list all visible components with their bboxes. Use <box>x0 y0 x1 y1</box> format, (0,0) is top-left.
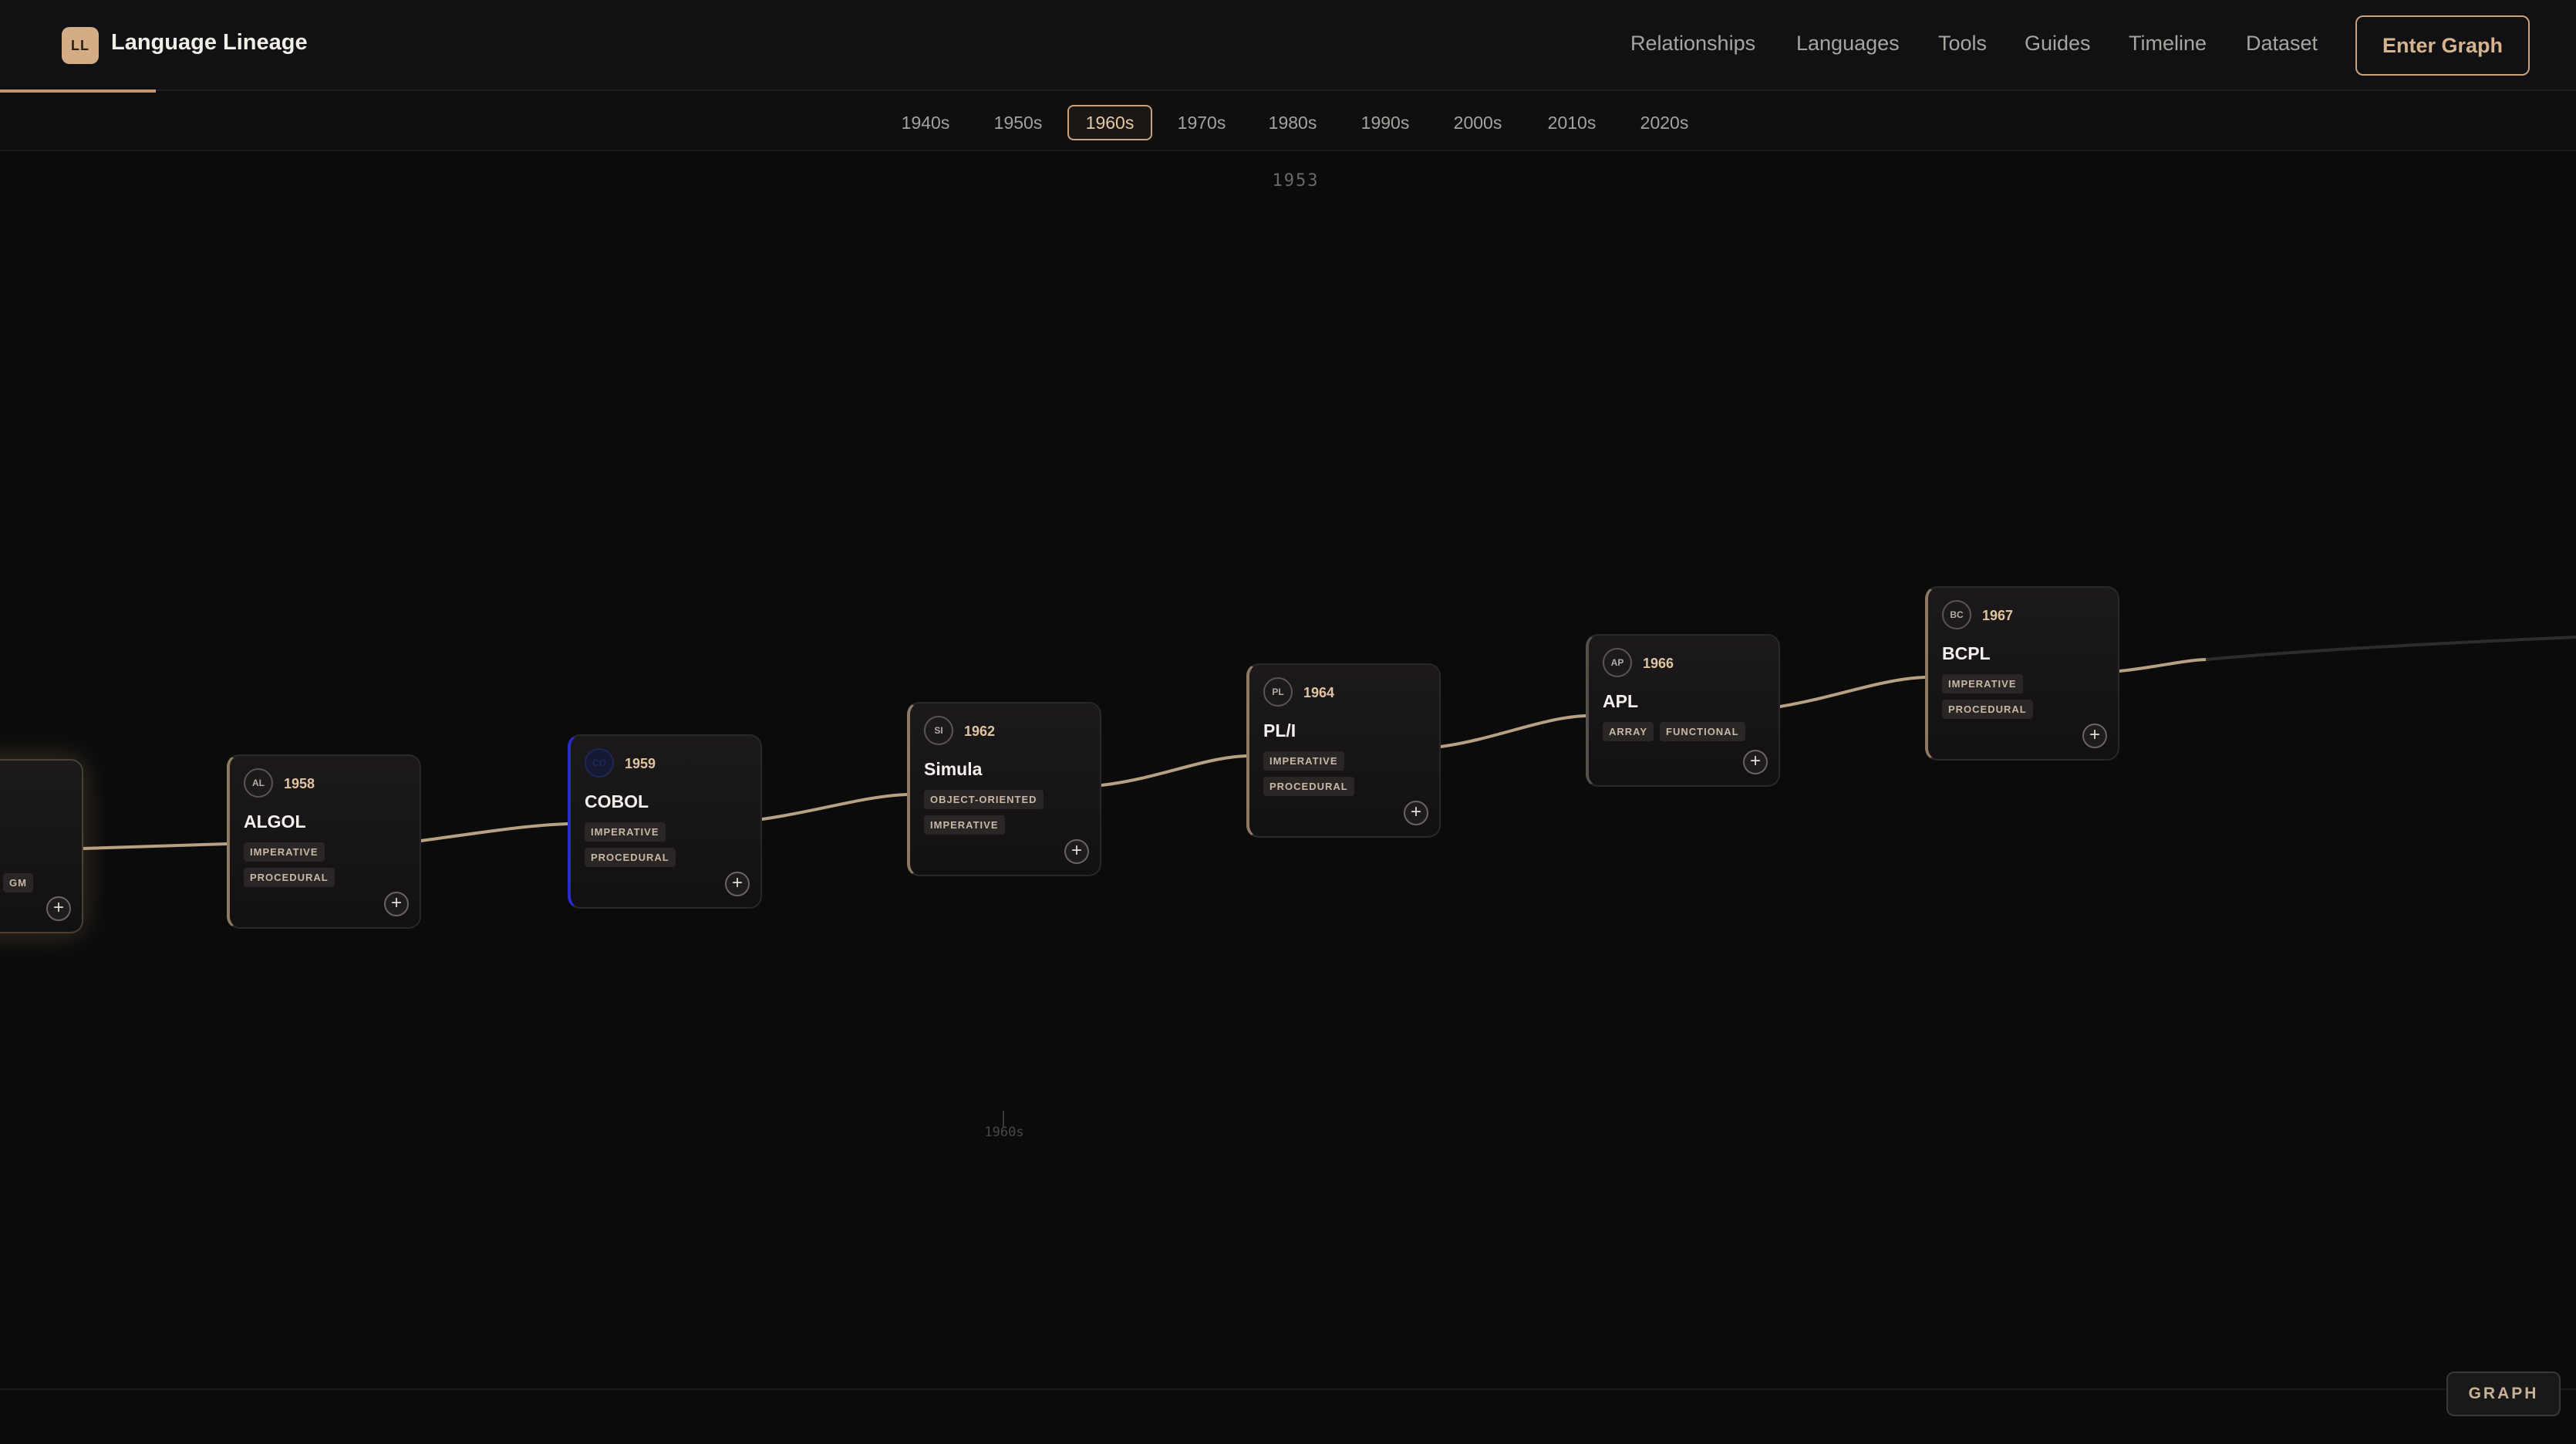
nav-timeline[interactable]: Timeline <box>2129 32 2207 56</box>
language-badge: BC <box>1942 600 1971 629</box>
add-node-button[interactable]: + <box>725 872 750 896</box>
decade-1980s[interactable]: 1980s <box>1256 105 1330 140</box>
link-simula-pli <box>1100 754 1248 787</box>
link-cobol-simula <box>760 793 909 821</box>
node-tags: IMPERATIVE PROCEDURAL <box>244 842 335 887</box>
link-algol-cobol <box>420 822 569 842</box>
decade-2000s[interactable]: 2000s <box>1441 105 1515 140</box>
link-apl-bcpl <box>1779 676 1927 708</box>
language-node-bcpl[interactable]: BC 1967 BCPL IMPERATIVE PROCEDURAL + <box>1925 586 2119 761</box>
language-node-simula[interactable]: SI 1962 Simula OBJECT-ORIENTED IMPERATIV… <box>907 702 1101 876</box>
decade-1940s[interactable]: 1940s <box>888 105 963 140</box>
language-badge: AL <box>244 768 273 798</box>
nav-tools[interactable]: Tools <box>1938 32 1987 56</box>
top-header: LL Language Lineage Relationships Langua… <box>0 0 2576 91</box>
add-node-button[interactable]: + <box>2082 724 2107 748</box>
enter-graph-button[interactable]: Enter Graph <box>2355 15 2530 76</box>
nav-relationships[interactable]: Relationships <box>1630 32 1755 56</box>
language-badge: AP <box>1603 648 1632 677</box>
language-node-algol[interactable]: AL 1958 ALGOL IMPERATIVE PROCEDURAL + <box>227 754 421 929</box>
node-tag: ARRAY <box>1603 722 1654 741</box>
decade-1960s[interactable]: 1960s <box>1067 105 1152 140</box>
node-tags: IMPERATIVE PROCEDURAL <box>585 822 676 867</box>
nav-languages[interactable]: Languages <box>1796 32 1900 56</box>
node-tag: PROCEDURAL <box>1263 777 1354 796</box>
link-pli-apl <box>1439 714 1587 748</box>
add-node-button[interactable]: + <box>384 892 409 916</box>
language-node-apl[interactable]: AP 1966 APL ARRAY FUNCTIONAL + <box>1586 634 1780 787</box>
node-year: 1964 <box>1303 685 1335 700</box>
node-name: BCPL <box>1942 643 1991 663</box>
language-node-cobol[interactable]: CO 1959 COBOL IMPERATIVE PROCEDURAL + <box>568 734 762 909</box>
decade-selector: 1940s 1950s 1960s 1970s 1980s 1990s 2000… <box>0 93 2576 151</box>
decade-1990s[interactable]: 1990s <box>1348 105 1422 140</box>
link-bcpl-next <box>2118 658 2207 673</box>
node-tags: ARRAY FUNCTIONAL <box>1603 722 1745 741</box>
node-year: 1967 <box>1982 608 2014 623</box>
node-year: 1959 <box>625 756 656 771</box>
link-faded-next <box>2205 636 2576 661</box>
node-tag: GM <box>3 873 33 892</box>
decade-1950s[interactable]: 1950s <box>981 105 1055 140</box>
focus-year-label: 1953 <box>1272 171 1320 191</box>
node-tags: IMPERATIVE PROCEDURAL <box>1942 674 2033 719</box>
language-badge: PL <box>1263 677 1293 707</box>
graph-mode-button[interactable]: GRAPH <box>2446 1371 2561 1416</box>
decade-2020s[interactable]: 2020s <box>1627 105 1701 140</box>
node-tag: PROCEDURAL <box>1942 700 2033 719</box>
node-tag: IMPERATIVE <box>924 815 1005 835</box>
node-tag: OBJECT-ORIENTED <box>924 790 1044 809</box>
nav-guides[interactable]: Guides <box>2025 32 2091 56</box>
decade-1970s[interactable]: 1970s <box>1165 105 1239 140</box>
language-node-pli[interactable]: PL 1964 PL/I IMPERATIVE PROCEDURAL + <box>1246 663 1441 838</box>
node-tags: OBJECT-ORIENTED IMPERATIVE <box>924 790 1044 835</box>
node-tag: PROCEDURAL <box>244 868 335 887</box>
add-node-button[interactable]: + <box>1404 801 1428 825</box>
footer-divider <box>0 1388 2576 1390</box>
node-tag: IMPERATIVE <box>585 822 666 842</box>
node-tag: IMPERATIVE <box>1942 674 2023 693</box>
link-partial-algol <box>82 842 228 850</box>
node-tags: IMPERATIVE PROCEDURAL <box>1263 751 1354 796</box>
nav-dataset[interactable]: Dataset <box>2246 32 2318 56</box>
node-year: 1958 <box>284 776 315 791</box>
node-year: 1962 <box>964 724 996 739</box>
axis-decade-label: 1960s <box>984 1125 1024 1140</box>
add-node-button[interactable]: + <box>1743 750 1768 774</box>
node-tag: IMPERATIVE <box>244 842 325 862</box>
app-title[interactable]: Language Lineage <box>111 30 308 56</box>
language-node-partial[interactable]: GM + <box>0 759 83 933</box>
decade-2010s[interactable]: 2010s <box>1535 105 1609 140</box>
node-name: APL <box>1603 691 1638 711</box>
node-tag: PROCEDURAL <box>585 848 676 867</box>
node-name: COBOL <box>585 791 649 811</box>
language-badge: CO <box>585 748 614 778</box>
node-year: 1966 <box>1643 656 1674 671</box>
node-name: PL/I <box>1263 720 1296 741</box>
node-name: Simula <box>924 759 983 779</box>
add-node-button[interactable]: + <box>1064 839 1089 864</box>
logo-icon[interactable]: LL <box>62 27 99 64</box>
language-badge: SI <box>924 716 953 745</box>
add-node-button[interactable]: + <box>46 896 71 921</box>
node-tag: IMPERATIVE <box>1263 751 1344 771</box>
node-tag: FUNCTIONAL <box>1660 722 1745 741</box>
node-name: ALGOL <box>244 811 306 832</box>
